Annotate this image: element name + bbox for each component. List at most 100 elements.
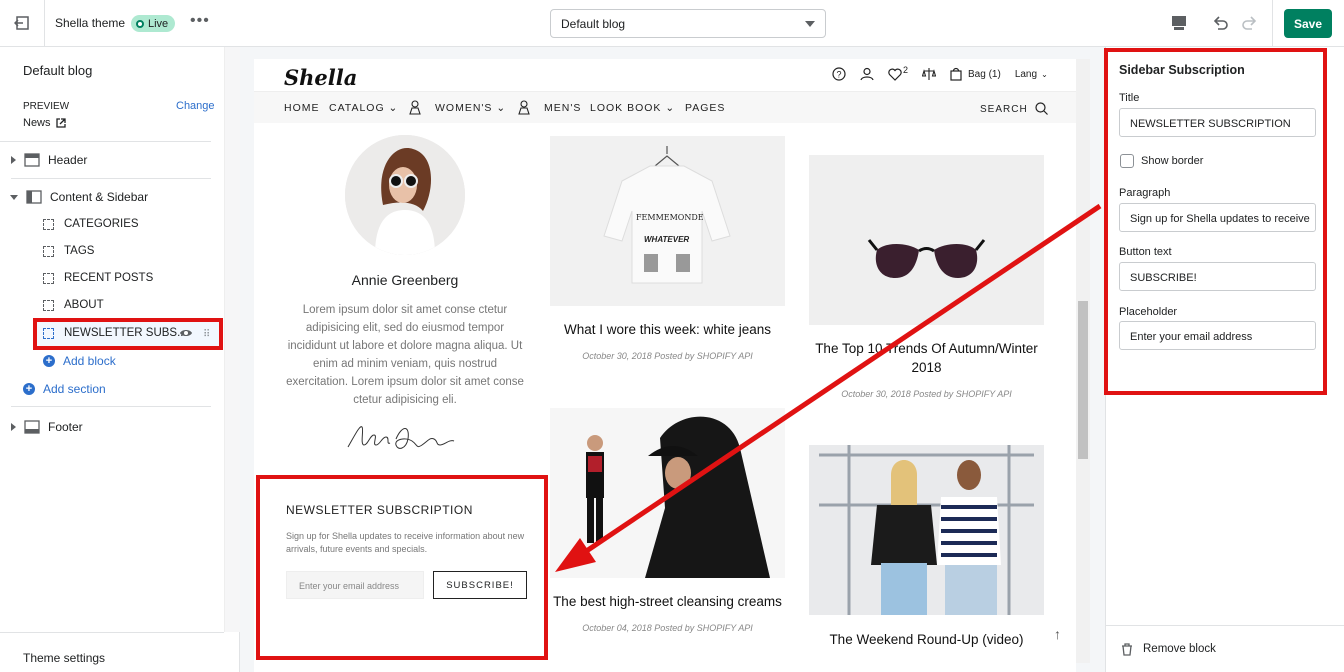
block-label: NEWSLETTER SUBS...: [64, 327, 187, 339]
paragraph-input[interactable]: Sign up for Shella updates to receive: [1119, 203, 1316, 232]
preview-scrollbar[interactable]: [1076, 59, 1090, 663]
theme-name: Shella theme: [55, 16, 126, 30]
undo-icon[interactable]: [1212, 14, 1230, 32]
hoodie-illustration: [550, 408, 785, 578]
account-icon[interactable]: [860, 67, 874, 81]
post-image-sunglasses[interactable]: [809, 155, 1044, 325]
eye-icon[interactable]: [179, 328, 193, 338]
nav-label: WOMEN'S: [435, 102, 493, 114]
drag-handle-icon[interactable]: ⠿: [203, 329, 210, 340]
theme-settings-button[interactable]: Theme settings: [0, 632, 224, 672]
women-icon: [409, 100, 421, 115]
nav-look-book[interactable]: LOOK BOOK ⌄: [590, 102, 675, 114]
desktop-icon[interactable]: [1170, 14, 1188, 32]
block-tags[interactable]: TAGS: [43, 245, 94, 257]
post-image-white-shirt[interactable]: FEMMEMONDE WHATEVER: [550, 136, 785, 306]
newsletter-block: NEWSLETTER SUBSCRIPTION Sign up for Shel…: [256, 475, 548, 660]
nav-home[interactable]: HOME: [284, 102, 320, 114]
newsletter-subscribe-button[interactable]: SUBSCRIBE!: [433, 571, 527, 599]
section-footer[interactable]: Footer: [11, 420, 83, 434]
add-block-button[interactable]: + Add block: [43, 354, 116, 368]
sunglasses-illustration: [809, 155, 1044, 325]
show-border-checkbox[interactable]: Show border: [1120, 154, 1203, 168]
remove-block-label: Remove block: [1143, 643, 1216, 655]
wishlist-count: 2: [903, 64, 909, 75]
author-photo: [345, 135, 465, 255]
exit-button[interactable]: [0, 0, 45, 46]
plus-icon: +: [43, 355, 55, 367]
block-recent-posts[interactable]: RECENT POSTS: [43, 272, 153, 284]
redo-icon[interactable]: [1240, 14, 1258, 32]
paragraph-label: Paragraph: [1119, 187, 1171, 199]
title-input[interactable]: NEWSLETTER SUBSCRIPTION: [1119, 108, 1316, 137]
nav-mens[interactable]: MEN'S: [544, 102, 581, 114]
couple-illustration: [809, 445, 1044, 615]
post-meta: October 04, 2018 Posted by SHOPIFY API: [582, 623, 753, 633]
chevron-down-icon: ⌄: [388, 102, 399, 114]
change-link[interactable]: Change: [176, 100, 215, 112]
section-content-label: Content & Sidebar: [50, 190, 149, 204]
placeholder-label: Placeholder: [1119, 306, 1178, 318]
scroll-to-top-icon[interactable]: ↑: [1054, 626, 1061, 642]
block-icon: [43, 327, 54, 339]
newsletter-title: NEWSLETTER SUBSCRIPTION: [286, 503, 473, 517]
page-select[interactable]: Default blog: [550, 9, 826, 38]
section-footer-label: Footer: [48, 420, 83, 434]
search-button[interactable]: SEARCH: [980, 102, 1049, 115]
post-title[interactable]: The best high-street cleansing creams: [550, 592, 785, 611]
nav-womens[interactable]: WOMEN'S ⌄: [435, 102, 506, 114]
section-header[interactable]: Header: [11, 153, 87, 167]
placeholder-input[interactable]: Enter your email address: [1119, 321, 1316, 350]
post-title[interactable]: The Weekend Round-Up (video): [809, 630, 1044, 649]
preview-page-label: News: [23, 117, 51, 129]
chevron-down-icon: ⌄: [665, 102, 676, 114]
block-about[interactable]: ABOUT: [43, 299, 104, 311]
post-meta: October 30, 2018 Posted by SHOPIFY API: [841, 389, 1012, 399]
external-link-icon: [55, 118, 66, 128]
add-section-button[interactable]: + Add section: [23, 382, 106, 396]
add-block-label: Add block: [63, 354, 116, 368]
post-meta: October 30, 2018 Posted by SHOPIFY API: [582, 351, 753, 361]
page-select-value: Default blog: [561, 16, 626, 31]
bag-label: Bag (1): [968, 68, 1001, 80]
compare-icon[interactable]: [922, 67, 937, 81]
newsletter-email-input[interactable]: Enter your email address: [286, 571, 424, 599]
post-title[interactable]: The Top 10 Trends Of Autumn/Winter 2018: [809, 339, 1044, 377]
save-button[interactable]: Save: [1284, 9, 1332, 38]
button-text-input[interactable]: SUBSCRIBE!: [1119, 262, 1316, 291]
nav-pages[interactable]: PAGES: [685, 102, 725, 114]
divider: [0, 141, 211, 142]
search-label: SEARCH: [980, 104, 1028, 115]
shirt-brand-text: FEMMEMONDE: [636, 213, 704, 222]
sidebar-scrollbar[interactable]: [224, 47, 240, 632]
live-badge: Live: [131, 15, 176, 32]
lang-label: Lang: [1014, 68, 1038, 80]
block-label: RECENT POSTS: [64, 272, 154, 284]
header-section-icon: [24, 153, 40, 167]
section-content-sidebar[interactable]: Content & Sidebar: [10, 190, 148, 204]
block-categories[interactable]: CATEGORIES: [43, 218, 139, 230]
store-logo[interactable]: Shella: [284, 65, 357, 90]
lang-select[interactable]: Lang ⌄: [1015, 69, 1048, 80]
scrollbar-thumb[interactable]: [1078, 301, 1088, 459]
author-name: Annie Greenberg: [351, 272, 459, 288]
post-image-black-hoodie[interactable]: [550, 408, 785, 578]
wishlist-button[interactable]: 2: [888, 64, 909, 81]
help-icon[interactable]: ?: [832, 67, 846, 81]
block-label: CATEGORIES: [64, 218, 139, 230]
title-label: Title: [1119, 92, 1140, 104]
preview-page-link[interactable]: News: [23, 117, 66, 129]
post-image-weekend-couple[interactable]: [809, 445, 1044, 615]
bag-button[interactable]: Bag (1): [950, 67, 1001, 81]
block-newsletter-subscription[interactable]: NEWSLETTER SUBS... ⠿: [33, 318, 223, 350]
author-bio: Lorem ipsum dolor sit amet conse ctetur …: [286, 304, 524, 406]
block-icon: [43, 299, 54, 311]
sidebar-section-icon: [26, 190, 42, 204]
chevron-right-icon: [11, 156, 16, 164]
nav-catalog[interactable]: CATALOG ⌄: [329, 102, 398, 114]
men-icon: [518, 100, 530, 115]
post-title[interactable]: What I wore this week: white jeans: [550, 320, 785, 339]
store-preview: Shella ? 2 Bag (1) Lang ⌄ HOME CATALOG ⌄ …: [254, 59, 1076, 672]
more-actions-button[interactable]: •••: [190, 12, 210, 30]
remove-block-button[interactable]: Remove block: [1105, 625, 1344, 672]
